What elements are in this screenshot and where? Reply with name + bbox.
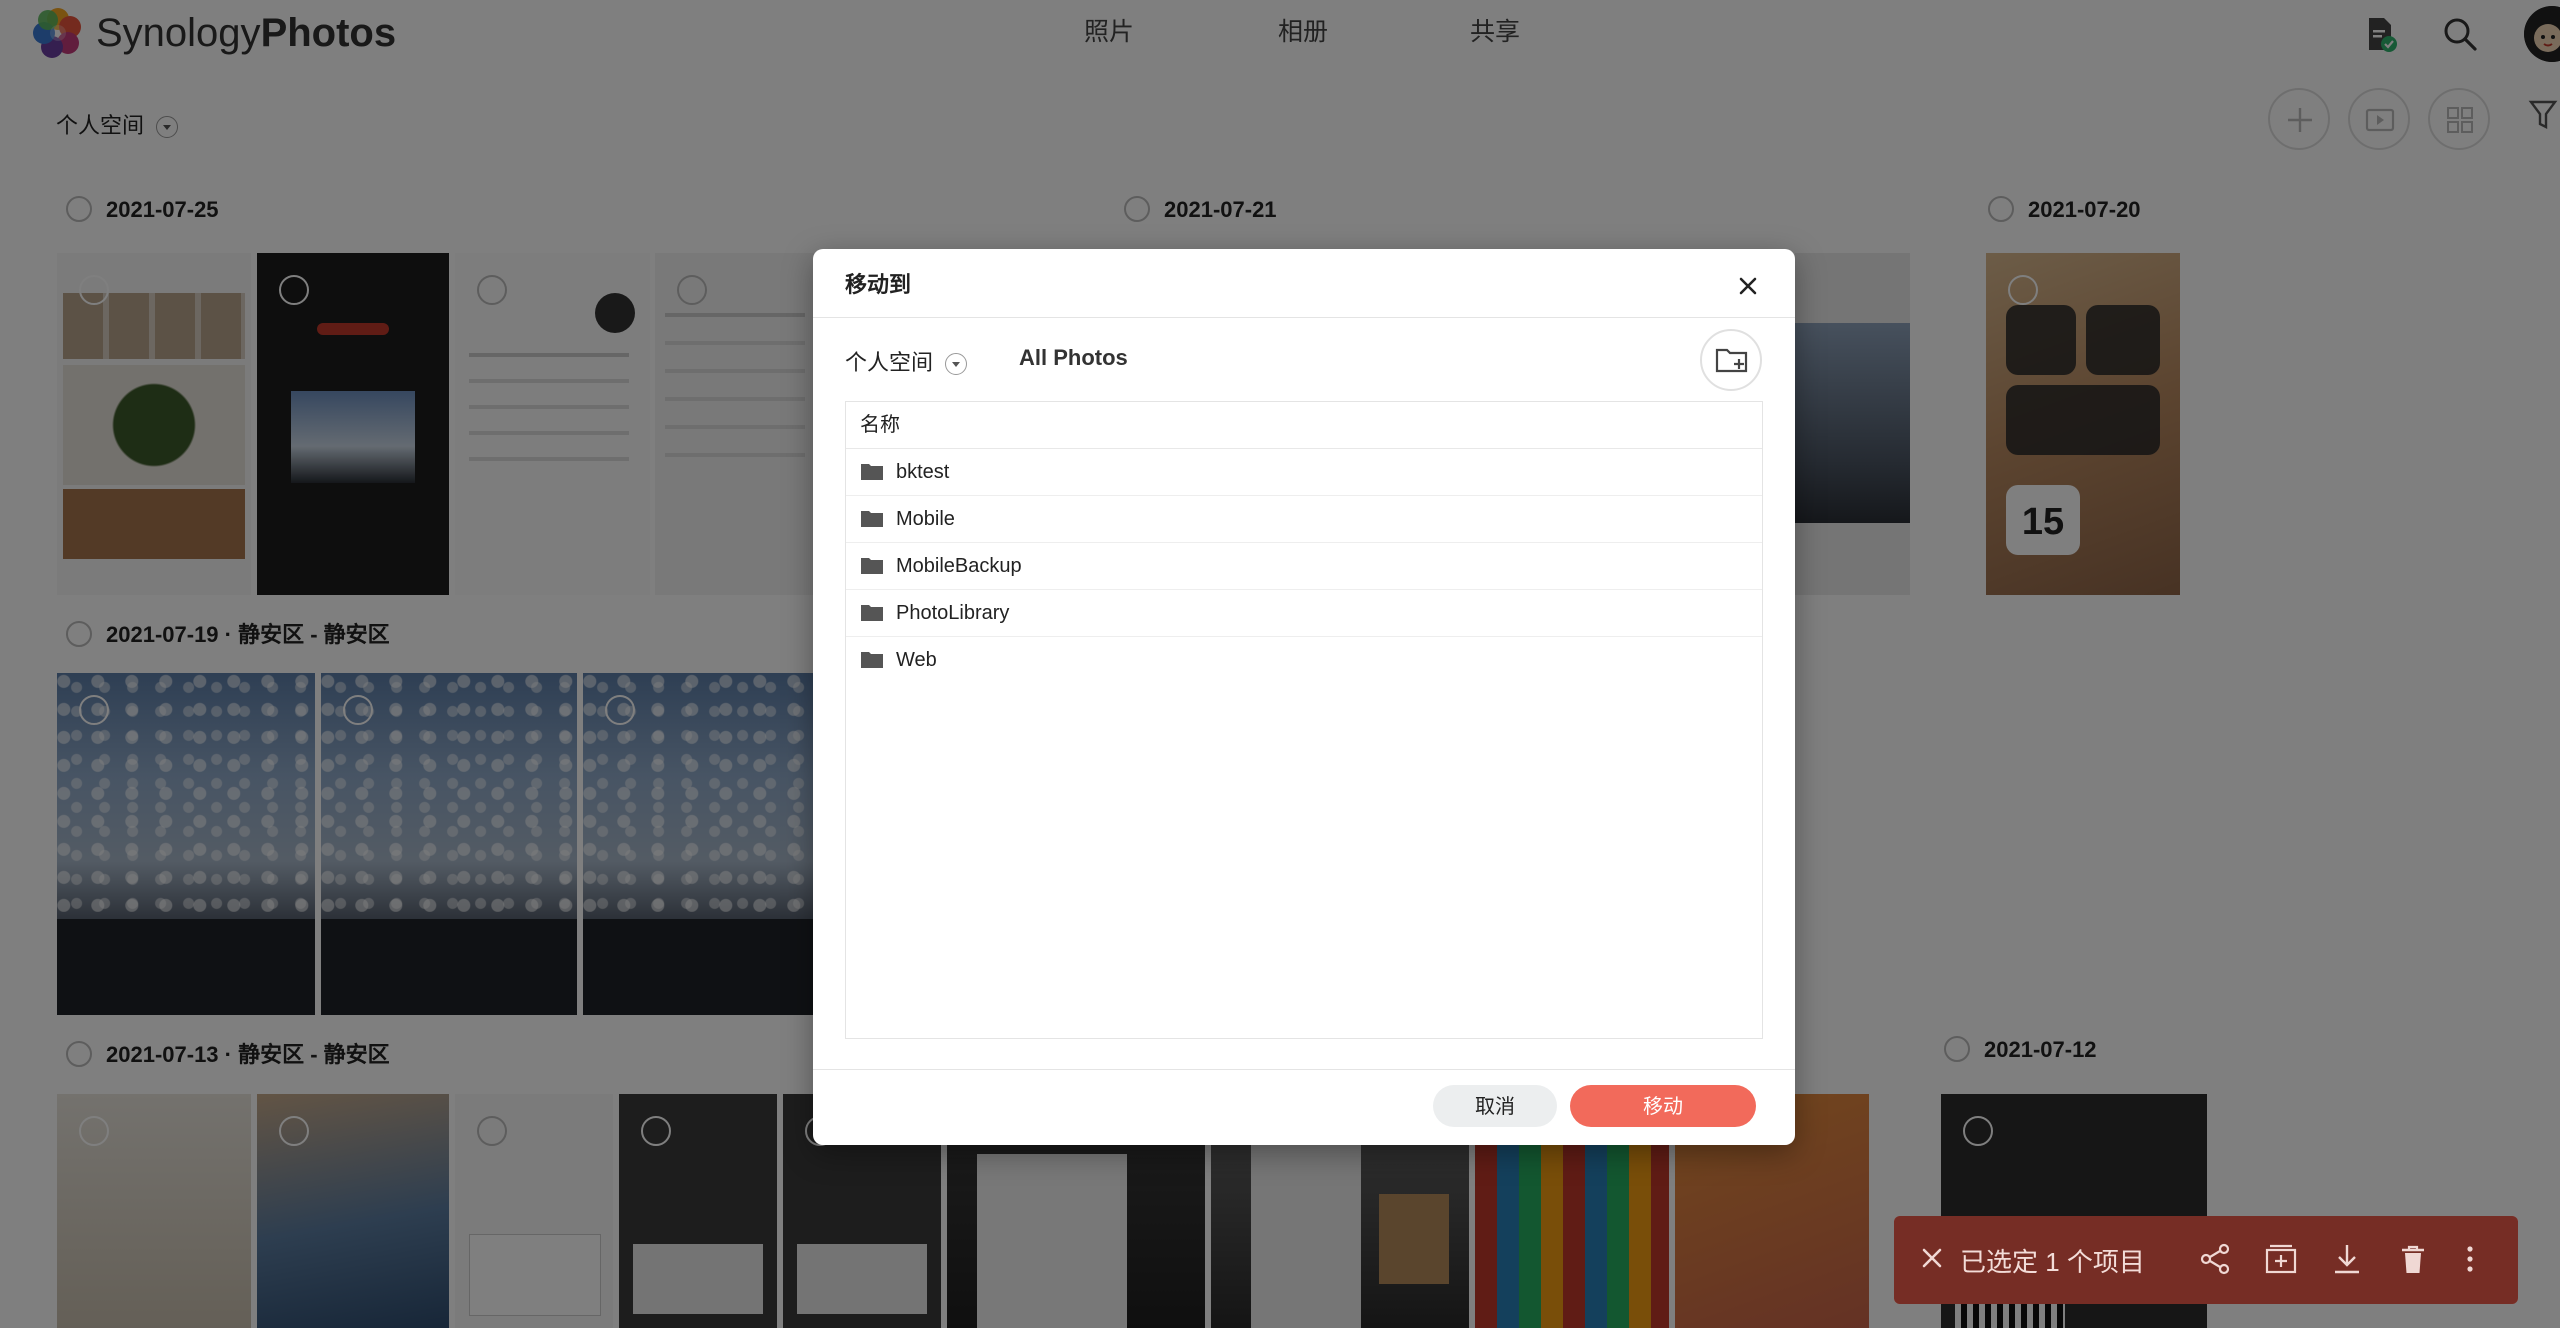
folder-icon: [861, 604, 883, 621]
dialog-space-selector[interactable]: 个人空间: [845, 345, 968, 377]
divider: [813, 317, 1795, 318]
dialog-title: 移动到: [845, 272, 912, 297]
folder-name: Web: [896, 649, 937, 671]
breadcrumb[interactable]: All Photos: [1019, 345, 1128, 371]
folder-row[interactable]: Mobile: [846, 496, 1762, 543]
new-folder-button[interactable]: [1700, 329, 1762, 391]
folder-name: bktest: [896, 461, 950, 483]
chevron-down-icon[interactable]: [945, 353, 968, 376]
cancel-button[interactable]: 取消: [1433, 1085, 1557, 1127]
folder-icon: [861, 510, 883, 527]
divider: [813, 1069, 1795, 1070]
folder-row[interactable]: Web: [846, 637, 1762, 683]
folder-row[interactable]: PhotoLibrary: [846, 590, 1762, 637]
close-icon[interactable]: [1733, 271, 1763, 301]
share-icon[interactable]: [2198, 1242, 2232, 1276]
folder-name: Mobile: [896, 508, 955, 530]
folder-row[interactable]: MobileBackup: [846, 543, 1762, 590]
move-to-dialog: 移动到 个人空间 All Photos 名称 bktest Mobile Mob…: [813, 249, 1795, 1145]
folder-icon: [861, 651, 883, 668]
close-icon[interactable]: [1918, 1244, 1946, 1272]
add-to-album-icon[interactable]: [2264, 1242, 2298, 1276]
dialog-space-label: 个人空间: [845, 350, 934, 375]
move-button[interactable]: 移动: [1570, 1085, 1756, 1127]
folder-add-icon: [1715, 348, 1748, 373]
download-icon[interactable]: [2330, 1242, 2364, 1276]
folder-name: MobileBackup: [896, 555, 1022, 577]
selection-count: 已选定 1 个项目: [1960, 1247, 2145, 1277]
folder-list: 名称 bktest Mobile MobileBackup PhotoLibra…: [845, 401, 1763, 1039]
folder-icon: [861, 463, 883, 480]
list-header-name[interactable]: 名称: [846, 402, 1762, 449]
selection-action-bar: 已选定 1 个项目: [1894, 1216, 2518, 1304]
folder-row[interactable]: bktest: [846, 449, 1762, 496]
more-options-icon[interactable]: [2460, 1242, 2480, 1276]
trash-icon[interactable]: [2396, 1242, 2430, 1276]
folder-name: PhotoLibrary: [896, 602, 1010, 624]
folder-icon: [861, 557, 883, 574]
